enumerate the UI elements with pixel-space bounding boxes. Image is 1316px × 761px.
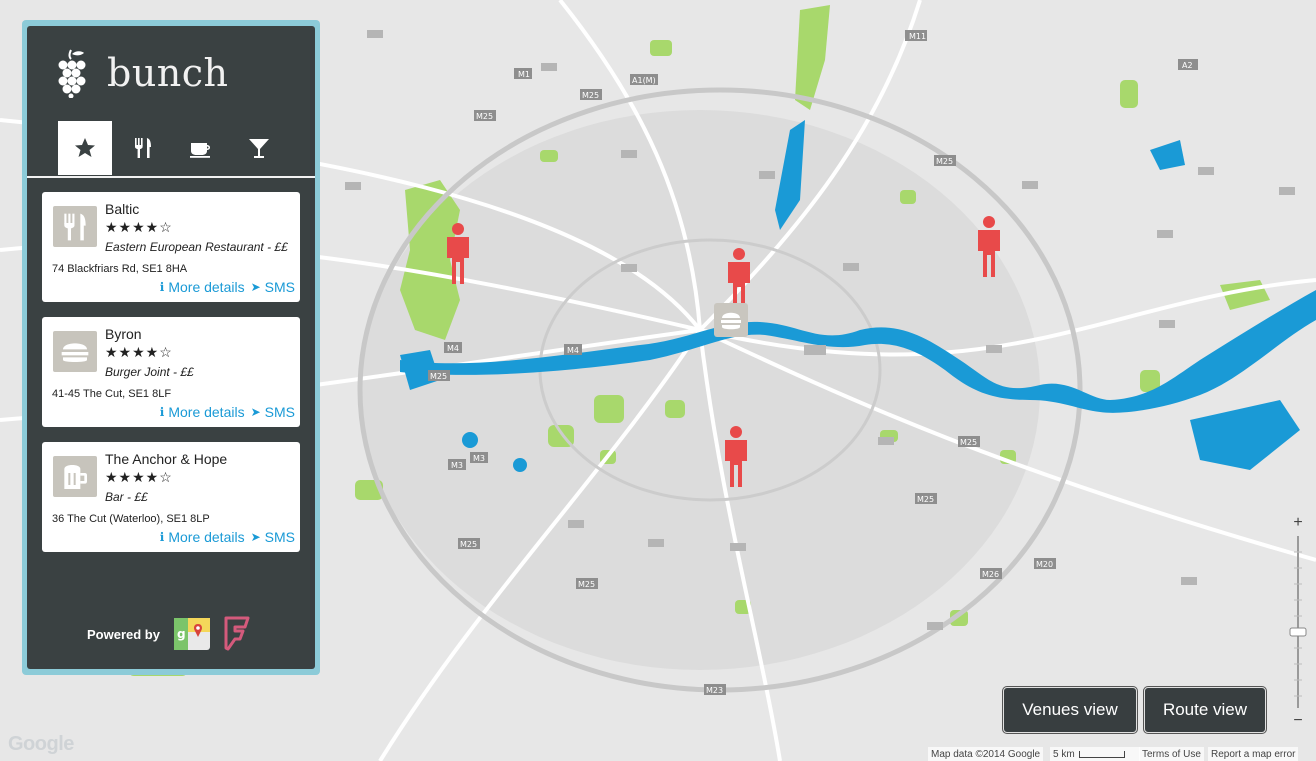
venue-address: 36 The Cut (Waterloo), SE1 8LP [52,513,210,525]
tab-restaurants[interactable] [116,121,170,175]
venue-name: The Anchor & Hope [105,451,228,467]
report-map-error-link[interactable]: Report a map error [1208,747,1299,761]
cocktail-glass-icon [249,139,269,158]
sms-link[interactable]: ➤ SMS [251,279,295,295]
tab-cafes[interactable] [174,121,228,175]
venue-panel: bunch Baltic ★★★★☆ Eastern European Rest… [27,26,315,669]
burger-venue-marker[interactable] [714,303,748,339]
venue-thumb [53,456,97,497]
brand: bunch [53,48,229,98]
svg-text:M25: M25 [476,112,493,121]
svg-text:M25: M25 [960,438,977,447]
svg-text:M25: M25 [936,157,953,166]
google-logo[interactable]: Google [8,733,74,756]
zoom-control [1289,536,1307,708]
svg-text:M3: M3 [451,461,463,470]
venue-rating: ★★★★☆ [105,344,173,360]
scale-label: 5 km [1053,748,1075,760]
scale-bar: 5 km [1050,747,1140,761]
svg-text:M26: M26 [982,570,999,579]
person-marker[interactable] [972,215,1006,277]
route-view-button[interactable]: Route view [1144,687,1266,733]
venue-links: ℹ More details ➤ SMS [160,529,295,545]
more-details-link[interactable]: ℹ More details [160,404,245,420]
venue-category: Burger Joint - ££ [105,365,194,379]
beer-mug-icon [64,464,87,489]
venue-rating: ★★★★☆ [105,219,173,235]
zoom-in-button[interactable]: + [1287,512,1309,534]
tab-divider [27,176,315,178]
venue-thumb [53,331,97,372]
info-icon: ℹ [159,530,165,544]
sms-link[interactable]: ➤ SMS [251,529,295,545]
svg-text:M25: M25 [430,372,447,381]
send-icon: ➤ [250,405,261,419]
svg-text:g: g [177,627,186,641]
venue-thumb [53,206,97,247]
person-marker[interactable] [441,222,475,284]
more-details-link[interactable]: ℹ More details [160,279,245,295]
venues-view-button[interactable]: Venues view [1003,687,1137,733]
venue-rating: ★★★★☆ [105,469,173,485]
tab-top-rated[interactable] [58,121,112,175]
venue-card[interactable]: Baltic ★★★★☆ Eastern European Restaurant… [42,192,300,302]
zoom-slider-handle[interactable] [1289,627,1307,637]
info-icon: ℹ [159,280,165,294]
venue-card[interactable]: The Anchor & Hope ★★★★☆ Bar - ££ 36 The … [42,442,300,552]
person-marker[interactable] [719,425,753,487]
coffee-cup-icon [190,143,210,158]
foursquare-icon[interactable] [222,616,252,652]
fork-knife-icon [64,213,86,240]
venue-category: Eastern European Restaurant - ££ [105,240,288,254]
tab-bars[interactable] [232,121,286,175]
grapes-logo-icon [58,49,86,98]
venue-name: Byron [105,326,142,342]
google-maps-icon[interactable]: g [173,618,210,650]
send-icon: ➤ [250,530,261,544]
send-icon: ➤ [250,280,261,294]
svg-text:A2: A2 [1182,61,1193,70]
svg-text:A1(M): A1(M) [632,76,656,85]
svg-text:M4: M4 [447,344,459,353]
svg-text:M1: M1 [518,70,530,79]
svg-text:M4: M4 [567,346,579,355]
venue-links: ℹ More details ➤ SMS [160,279,295,295]
zoom-out-button[interactable]: − [1287,710,1309,732]
venue-category: Bar - ££ [105,490,148,504]
venue-address: 74 Blackfriars Rd, SE1 8HA [52,263,188,275]
scale-line [1078,750,1125,758]
burger-icon [61,342,89,362]
svg-text:M20: M20 [1036,560,1053,569]
powered-by-label: Powered by [87,626,160,642]
map-data-attribution: Map data ©2014 Google [928,747,1044,761]
star-icon [75,138,95,157]
fork-knife-icon [135,138,151,158]
svg-text:M11: M11 [909,32,926,41]
svg-text:M25: M25 [582,91,599,100]
svg-text:M25: M25 [917,495,934,504]
terms-link[interactable]: Terms of Use [1139,747,1204,761]
more-details-link[interactable]: ℹ More details [160,529,245,545]
info-icon: ℹ [159,405,165,419]
svg-text:M25: M25 [578,580,595,589]
venue-links: ℹ More details ➤ SMS [160,404,295,420]
venue-address: 41-45 The Cut, SE1 8LF [52,388,172,400]
venue-card[interactable]: Byron ★★★★☆ Burger Joint - ££ 41-45 The … [42,317,300,427]
sms-link[interactable]: ➤ SMS [251,404,295,420]
venue-name: Baltic [105,201,140,217]
svg-text:M25: M25 [460,540,477,549]
category-tabs [58,121,290,175]
app-name: bunch [107,51,229,95]
svg-text:M23: M23 [706,686,723,695]
person-marker[interactable] [722,247,756,309]
svg-text:M3: M3 [473,454,485,463]
powered-by: Powered by g [87,616,252,652]
